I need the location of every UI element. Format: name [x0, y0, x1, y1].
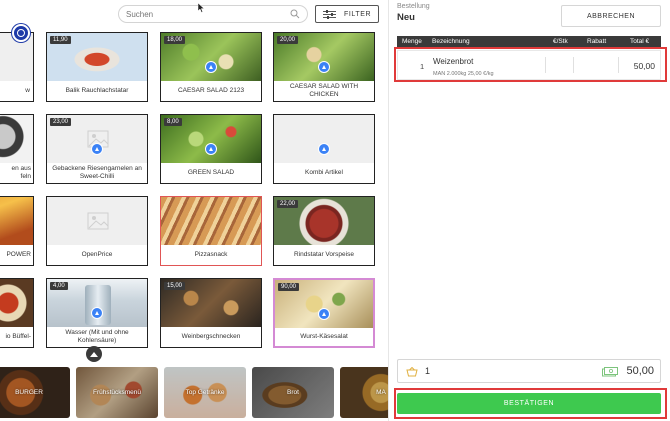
product-tile[interactable]: 15,00 Weinbergschnecken: [160, 278, 262, 348]
product-tile[interactable]: 90,00 Wurst-Käsesalat: [273, 278, 375, 348]
product-tile[interactable]: POWER: [0, 196, 34, 266]
line-total: 50,00: [633, 61, 655, 71]
collapse-categories-button[interactable]: [86, 346, 102, 362]
mouse-cursor-icon: [198, 3, 205, 13]
confirm-button[interactable]: BESTÄTIGEN: [397, 393, 661, 414]
filter-label: FILTER: [344, 10, 372, 18]
order-summary: 1 50,00: [397, 359, 661, 383]
product-tile[interactable]: 4,00 Wasser (Mit und ohne Kohlensäure): [46, 278, 148, 348]
order-line-item[interactable]: 1 Weizenbrot MAN 2.000kg 25,00 €/kg 50,0…: [397, 50, 661, 80]
col-separator: [618, 57, 619, 73]
col-separator: [573, 57, 574, 73]
col-price-per-unit: €/Stk: [553, 38, 568, 45]
info-icon[interactable]: [205, 61, 217, 73]
sliders-icon: [323, 9, 336, 19]
search-input[interactable]: [118, 5, 308, 23]
col-bezeichnung: Bezeichnung: [432, 38, 470, 45]
search-icon: [290, 9, 300, 19]
price-badge: 4,00: [50, 282, 68, 290]
category-brot[interactable]: Brot: [252, 367, 334, 418]
category-bar: BURGER Frühstücksmenü Top Getränke Brot …: [0, 367, 388, 419]
order-panel: Bestellung Neu ABBRECHEN Menge Bezeichnu…: [389, 0, 670, 421]
info-icon[interactable]: [91, 143, 103, 155]
category-burger[interactable]: BURGER: [0, 367, 70, 418]
price-badge: 8,00: [164, 118, 182, 126]
col-rabatt: Rabatt: [587, 38, 607, 45]
info-icon[interactable]: [318, 143, 330, 155]
summary-qty: 1: [425, 366, 431, 376]
price-badge: 15,00: [164, 282, 186, 290]
price-badge: 90,00: [278, 283, 300, 291]
product-tile[interactable]: 23,00 Gebackene Riesengarnelen an Sweet-…: [46, 114, 148, 184]
price-badge: 23,00: [50, 118, 72, 126]
product-tile[interactable]: w: [0, 32, 34, 102]
info-icon[interactable]: [205, 143, 217, 155]
price-badge: 11,90: [50, 36, 71, 44]
order-table-header: Menge Bezeichnung €/Stk Rabatt Total €: [397, 36, 661, 48]
summary-total: 50,00: [626, 365, 654, 377]
info-icon[interactable]: [318, 61, 330, 73]
product-tile[interactable]: Pizzasnack: [160, 196, 262, 266]
product-tile[interactable]: en aus feln: [0, 114, 34, 184]
product-tile[interactable]: 11,90 Balik Rauchlachstatar: [46, 32, 148, 102]
price-badge: 20,00: [277, 36, 299, 44]
category-top-getraenke[interactable]: Top Getränke: [164, 367, 246, 418]
category-fruehstueck[interactable]: Frühstücksmenü: [76, 367, 158, 418]
col-menge: Menge: [402, 38, 422, 45]
product-tile[interactable]: 18,00 CAESAR SALAD 2123: [160, 32, 262, 102]
product-tile[interactable]: io Büffel-: [0, 278, 34, 348]
info-icon[interactable]: [318, 308, 330, 320]
cancel-button[interactable]: ABBRECHEN: [561, 5, 661, 27]
price-badge: 22,00: [277, 200, 299, 208]
product-tile[interactable]: Kombi Artikel: [273, 114, 375, 184]
cash-icon: [602, 367, 618, 377]
product-tile[interactable]: 8,00 GREEN SALAD: [160, 114, 262, 184]
col-separator: [545, 57, 546, 73]
product-panel: FILTER w en aus feln POWER io Büffel- 11…: [0, 0, 388, 421]
filter-button[interactable]: FILTER: [315, 5, 379, 23]
station-badge[interactable]: [12, 24, 30, 42]
category-ma[interactable]: MA: [340, 367, 388, 418]
order-label: Bestellung: [397, 3, 430, 10]
line-qty: 1: [420, 62, 425, 71]
price-badge: 18,00: [164, 36, 186, 44]
info-icon[interactable]: [91, 307, 103, 319]
basket-icon: [406, 367, 418, 377]
image-placeholder-icon: [87, 212, 109, 230]
product-tile[interactable]: 20,00 CAESAR SALAD WITH CHICKEN: [273, 32, 375, 102]
product-tile[interactable]: OpenPrice: [46, 196, 148, 266]
line-detail: MAN 2.000kg 25,00 €/kg: [433, 71, 494, 77]
col-total: Total €: [630, 38, 650, 45]
product-tile[interactable]: 22,00 Rindstatar Vorspeise: [273, 196, 375, 266]
order-title: Neu: [397, 12, 415, 23]
line-name: Weizenbrot: [433, 57, 474, 66]
